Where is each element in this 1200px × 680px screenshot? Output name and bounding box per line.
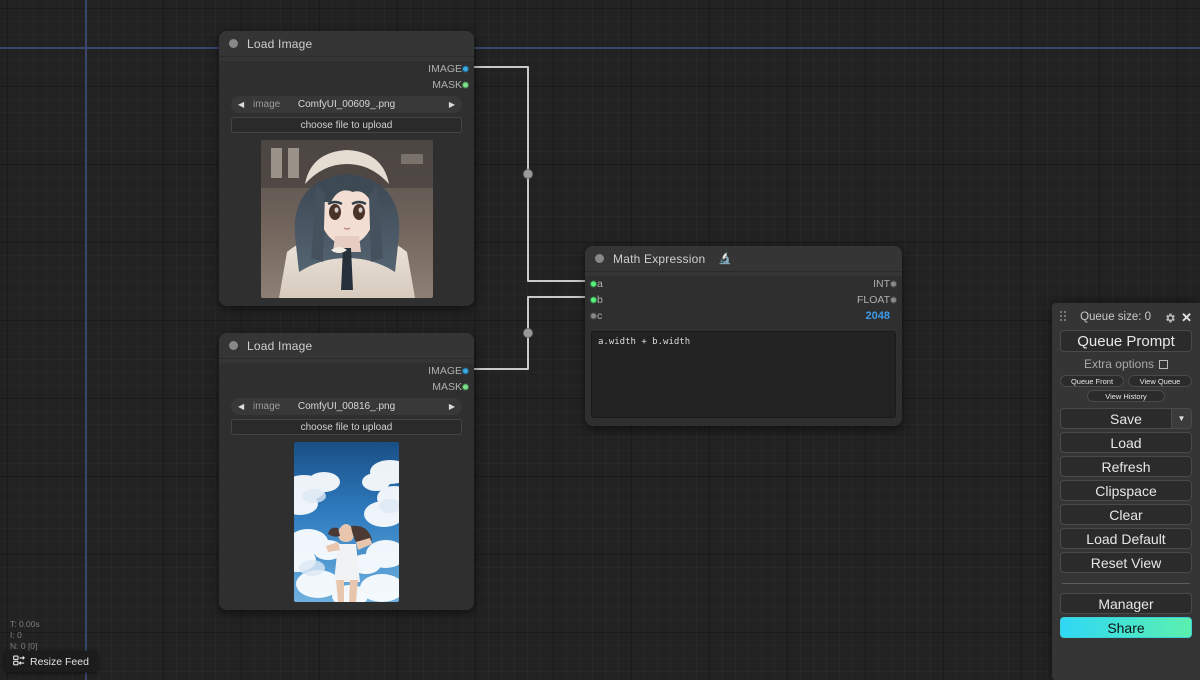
save-button-label: Save: [1110, 411, 1142, 427]
node-header[interactable]: Load Image: [219, 333, 474, 359]
image-combo-widget[interactable]: ◀ image ComfyUI_00816_.png ▶: [231, 398, 462, 415]
queue-front-button[interactable]: Queue Front: [1060, 375, 1124, 387]
output-dot-image[interactable]: [462, 65, 469, 73]
share-button[interactable]: Share: [1060, 617, 1192, 638]
output-label-int: INT: [873, 277, 890, 290]
node-body: a INT b FLOAT c 2048 a.width + b.width: [585, 276, 902, 426]
slot-row-a[interactable]: a INT: [585, 276, 902, 292]
choose-file-to-upload-button[interactable]: choose file to upload: [231, 117, 462, 133]
combo-prev-arrow[interactable]: ◀: [238, 100, 244, 109]
node-load-image-1[interactable]: Load Image IMAGE MASK ◀ image ComfyUI_00…: [219, 31, 474, 306]
view-history-button[interactable]: View History: [1087, 390, 1165, 402]
extra-options-label: Extra options: [1083, 357, 1155, 371]
load-default-button[interactable]: Load Default: [1060, 528, 1192, 549]
clipspace-button[interactable]: Clipspace: [1060, 480, 1192, 501]
node-load-image-2[interactable]: Load Image IMAGE MASK ◀ image ComfyUI_00…: [219, 333, 474, 610]
extra-options-checkbox[interactable]: [1159, 359, 1169, 369]
combo-next-arrow[interactable]: ▶: [449, 100, 455, 109]
output-slot-image[interactable]: IMAGE: [219, 61, 474, 77]
save-caret-icon[interactable]: ▼: [1171, 409, 1191, 428]
sky-clouds-image: [294, 442, 399, 602]
load-button[interactable]: Load: [1060, 432, 1192, 453]
input-label-c: c: [597, 309, 603, 322]
output-label-float: FLOAT: [856, 293, 890, 306]
canvas-axis-vertical: [85, 0, 87, 680]
node-header[interactable]: Math Expression 🔬: [585, 246, 902, 272]
output-value-2048: 2048: [865, 310, 890, 322]
image-combo-widget[interactable]: ◀ image ComfyUI_00609_.png ▶: [231, 96, 462, 113]
queue-size-label: Queue size: 0: [1080, 311, 1152, 323]
combo-label: image: [253, 99, 281, 110]
output-dot-float[interactable]: [890, 296, 897, 304]
node-title: Load Image: [247, 338, 313, 353]
node-body: IMAGE MASK ◀ image ComfyUI_00609_.png ▶ …: [219, 61, 474, 306]
output-slot-image-label: IMAGE: [428, 364, 462, 377]
resize-feed-icon: [13, 654, 25, 669]
input-dot-b[interactable]: [590, 296, 597, 304]
canvas-axis-horizontal: [0, 47, 1200, 49]
manager-button[interactable]: Manager: [1060, 593, 1192, 614]
resize-feed-label: Resize Feed: [30, 655, 89, 668]
node-math-expression[interactable]: Math Expression 🔬 a INT b FLOAT c 2048 a…: [585, 246, 902, 426]
output-slot-mask[interactable]: MASK: [219, 77, 474, 93]
node-collapse-dot[interactable]: [229, 39, 238, 48]
input-dot-a[interactable]: [590, 280, 597, 288]
canvas-stats: T: 0.00s I: 0 N: 0 [0]: [10, 619, 40, 652]
reset-view-button[interactable]: Reset View: [1060, 552, 1192, 573]
output-slot-mask-label: MASK: [432, 380, 462, 393]
output-dot-image[interactable]: [462, 367, 469, 375]
output-slot-image-label: IMAGE: [428, 62, 462, 75]
output-slot-image[interactable]: IMAGE: [219, 363, 474, 379]
output-dot-mask[interactable]: [462, 383, 469, 391]
queue-prompt-button[interactable]: Queue Prompt: [1060, 330, 1192, 352]
microscope-icon: 🔬: [718, 253, 733, 265]
view-queue-button[interactable]: View Queue: [1128, 375, 1192, 387]
clear-button[interactable]: Clear: [1060, 504, 1192, 525]
drag-handle-icon[interactable]: [1060, 310, 1066, 324]
expression-textarea[interactable]: a.width + b.width: [591, 331, 896, 418]
input-label-a: a: [597, 277, 603, 290]
node-body: IMAGE MASK ◀ image ComfyUI_00816_.png ▶ …: [219, 363, 474, 610]
slot-row-b[interactable]: b FLOAT: [585, 292, 902, 308]
close-icon[interactable]: ✕: [1181, 311, 1192, 324]
extra-options-row[interactable]: Extra options: [1060, 356, 1192, 372]
choose-file-to-upload-button[interactable]: choose file to upload: [231, 419, 462, 435]
image-preview-thumbnail[interactable]: [294, 442, 399, 602]
combo-label: image: [253, 401, 281, 412]
queue-actions-row: Queue Front View Queue: [1060, 375, 1192, 387]
combo-next-arrow[interactable]: ▶: [449, 402, 455, 411]
input-label-b: b: [597, 293, 603, 306]
save-button[interactable]: Save ▼: [1060, 408, 1192, 429]
node-title: Load Image: [247, 36, 313, 51]
combo-prev-arrow[interactable]: ◀: [238, 402, 244, 411]
output-slot-mask-label: MASK: [432, 78, 462, 91]
output-slot-mask[interactable]: MASK: [219, 379, 474, 395]
node-header[interactable]: Load Image: [219, 31, 474, 57]
menu-divider: [1062, 583, 1190, 584]
combo-value: ComfyUI_00609_.png: [297, 99, 396, 110]
node-collapse-dot[interactable]: [229, 341, 238, 350]
stats-iterations: I: 0: [10, 630, 22, 640]
node-collapse-dot[interactable]: [595, 254, 604, 263]
gear-icon[interactable]: [1164, 311, 1176, 323]
input-dot-c[interactable]: [590, 312, 597, 320]
image-preview-thumbnail[interactable]: [260, 140, 433, 298]
stats-time: T: 0.00s: [10, 619, 40, 629]
resize-feed-button[interactable]: Resize Feed: [4, 651, 98, 672]
menu-header: Queue size: 0 ✕: [1060, 309, 1192, 325]
refresh-button[interactable]: Refresh: [1060, 456, 1192, 477]
output-dot-int[interactable]: [890, 280, 897, 288]
node-title: Math Expression: [613, 251, 706, 266]
anime-portrait-image: [260, 140, 433, 298]
slot-row-c[interactable]: c 2048: [585, 308, 902, 324]
output-dot-mask[interactable]: [462, 81, 469, 89]
comfy-menu-panel[interactable]: Queue size: 0 ✕ Queue Prompt Extra optio…: [1052, 303, 1200, 680]
combo-value: ComfyUI_00816_.png: [297, 401, 396, 412]
